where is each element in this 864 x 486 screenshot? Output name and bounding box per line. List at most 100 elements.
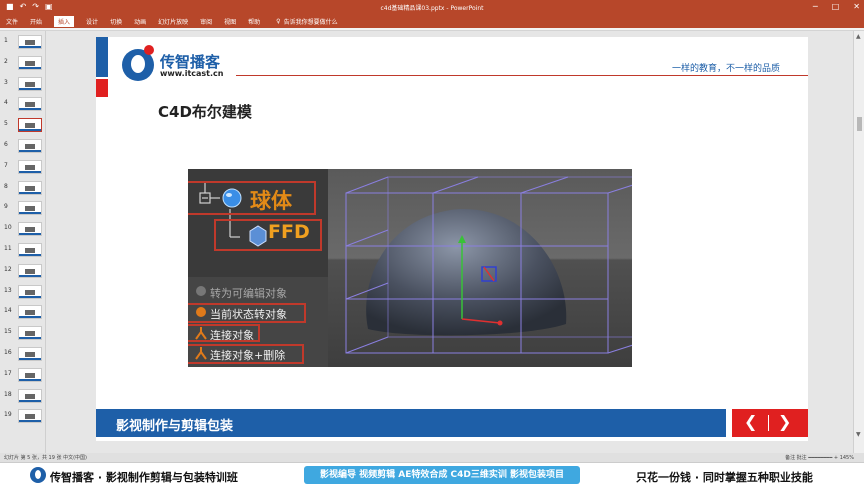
thumbnail-content xyxy=(25,164,35,170)
slide-thumbnail[interactable]: 1 xyxy=(4,35,44,53)
thumbnail-footer-bar xyxy=(19,108,41,111)
tell-me-box[interactable]: ♀ 告诉我你想要做什么 xyxy=(276,17,337,26)
thumbnail-content xyxy=(25,206,35,212)
make-editable-icon xyxy=(196,286,206,296)
status-zoom-controls[interactable]: 备注 批注 ━━━━━━━━ + 145% xyxy=(785,454,854,461)
close-icon[interactable]: ✕ xyxy=(853,2,860,11)
scroll-up-icon[interactable]: ▲ xyxy=(856,33,861,40)
slide-thumbnail[interactable]: 15 xyxy=(4,326,44,344)
slide-thumbnail-number: 19 xyxy=(4,411,12,419)
window-controls: ─ □ ✕ xyxy=(813,2,860,11)
thumbnail-footer-bar xyxy=(19,212,41,215)
slide-thumbnail-preview xyxy=(18,305,42,320)
scrollbar-thumb[interactable] xyxy=(857,117,862,131)
thumbnail-footer-bar xyxy=(19,295,41,298)
slide-thumbnail-number: 15 xyxy=(4,328,12,336)
slide-thumbnail[interactable]: 6 xyxy=(4,139,44,157)
thumbnail-content xyxy=(25,60,35,66)
thumbnail-footer-bar xyxy=(19,316,41,319)
slide-thumbnail-number: 12 xyxy=(4,265,12,273)
slide-thumbnail-number: 7 xyxy=(4,161,8,169)
slide-thumbnail-number: 8 xyxy=(4,182,8,190)
tab-view[interactable]: 视图 xyxy=(224,17,236,26)
tab-file[interactable]: 文件 xyxy=(6,17,18,26)
slide-thumbnail[interactable]: 7 xyxy=(4,159,44,178)
thumbnail-footer-bar xyxy=(19,66,41,69)
tab-help[interactable]: 帮助 xyxy=(248,17,260,26)
slide-thumbnail[interactable]: 8 xyxy=(4,180,44,199)
slide-thumbnail[interactable]: 14 xyxy=(4,305,44,323)
slide-thumbnail[interactable]: 9 xyxy=(4,201,44,219)
promo-logo-icon xyxy=(30,467,46,483)
tab-insert[interactable]: 插入 xyxy=(54,15,75,27)
slide-thumbnail[interactable]: 12 xyxy=(4,263,44,282)
minimize-icon[interactable]: ─ xyxy=(813,2,818,11)
slide-thumbnail[interactable]: 11 xyxy=(4,243,44,261)
thumbnail-footer-bar xyxy=(19,420,41,423)
thumbnail-content xyxy=(25,102,35,108)
header-red-accent xyxy=(96,79,108,97)
slide-thumbnail[interactable]: 4 xyxy=(4,97,44,115)
slide-thumbnail-preview xyxy=(18,97,42,112)
hemisphere-object xyxy=(366,208,567,336)
promo-banner: 传智播客 · 影视制作剪辑与包装特训班 影视编导 视频剪辑 AE特效合成 C4D… xyxy=(0,462,864,486)
thumbnail-footer-bar xyxy=(19,233,41,236)
slide-thumbnail[interactable]: 19 xyxy=(4,409,44,427)
slide-thumbnail-preview xyxy=(18,388,42,403)
thumbnail-footer-bar xyxy=(19,274,41,277)
menu-make-editable: 转为可编辑对象 xyxy=(210,287,287,300)
slide-thumbnail-preview xyxy=(18,35,42,49)
maximize-icon[interactable]: □ xyxy=(832,2,840,11)
thumbnail-content xyxy=(25,40,35,45)
header-divider xyxy=(236,75,808,76)
footer-title: 影视制作与剪辑包装 xyxy=(116,419,234,434)
slide-thumbnail-number: 9 xyxy=(4,203,8,211)
slide-thumbnail[interactable]: 3 xyxy=(4,76,44,95)
slide-thumbnail[interactable]: 16 xyxy=(4,347,44,365)
thumbnail-footer-bar xyxy=(19,358,41,360)
slide-thumbnail[interactable]: 13 xyxy=(4,284,44,303)
slide-thumbnail-number: 2 xyxy=(4,57,8,65)
status-bar: 幻灯片 第 5 张，共 19 张 中文(中国) 备注 批注 ━━━━━━━━ +… xyxy=(0,453,864,462)
tab-slideshow[interactable]: 幻灯片放映 xyxy=(158,17,188,26)
thumbnail-footer-bar xyxy=(19,87,41,90)
thumbnail-footer-bar xyxy=(19,150,41,152)
slide-thumbnail-number: 10 xyxy=(4,224,12,232)
promo-left-text: 传智播客 · 影视制作剪辑与包装特训班 xyxy=(50,471,238,484)
thumbnail-content xyxy=(25,352,35,357)
slide-thumbnail-preview xyxy=(18,347,42,361)
slide-heading[interactable]: C4D布尔建模 xyxy=(158,101,252,122)
slide-thumbnail[interactable]: 18 xyxy=(4,388,44,407)
tell-me-label: 告诉我你想要做什么 xyxy=(283,18,338,26)
slide-thumbnail-preview xyxy=(18,118,42,133)
thumbnail-content xyxy=(25,414,35,420)
tab-home[interactable]: 开始 xyxy=(30,17,42,26)
slogan: 一样的教育，不一样的品质 xyxy=(671,64,780,74)
chevron-right-icon[interactable]: ❯ xyxy=(778,413,791,431)
thumbnail-content xyxy=(25,310,35,316)
c4d-screenshot-image[interactable]: 球体 FFD 转为可编辑对象 当前状态转对象 连接对象 连接对象+删除 xyxy=(188,169,632,367)
annotation-box-sphere xyxy=(188,181,316,215)
slide-thumbnail-number: 13 xyxy=(4,286,12,294)
thumbnail-footer-bar xyxy=(19,378,41,381)
slide[interactable]: 传智播客 www.itcast.cn 一样的教育，不一样的品质 C4D布尔建模 xyxy=(96,37,808,441)
slide-thumbnail[interactable]: 5 xyxy=(4,118,44,136)
thumbnail-content xyxy=(25,144,35,149)
annotation-box-connect xyxy=(188,324,260,342)
chevron-left-icon[interactable]: ❮ xyxy=(744,413,757,431)
slide-thumbnail[interactable]: 2 xyxy=(4,55,44,74)
nav-separator xyxy=(768,415,769,431)
header-blue-accent xyxy=(96,37,108,77)
scroll-down-icon[interactable]: ▼ xyxy=(856,431,861,438)
slide-thumbnail[interactable]: 10 xyxy=(4,222,44,240)
slide-thumbnail-pane[interactable]: 1 2 3 4 5 6 7 8 9 10 11 12 13 14 15 16 17 18 19 xyxy=(0,31,46,453)
slide-thumbnail[interactable]: 17 xyxy=(4,367,44,386)
tab-transitions[interactable]: 切换 xyxy=(110,17,122,26)
tab-review[interactable]: 审阅 xyxy=(200,17,212,26)
vertical-scrollbar[interactable]: ▲ ▼ xyxy=(853,31,864,453)
slide-thumbnail-preview xyxy=(18,159,42,174)
thumbnail-footer-bar xyxy=(19,399,41,402)
tab-design[interactable]: 设计 xyxy=(86,17,98,26)
slide-thumbnail-preview xyxy=(18,139,42,153)
tab-animations[interactable]: 动画 xyxy=(134,17,146,26)
